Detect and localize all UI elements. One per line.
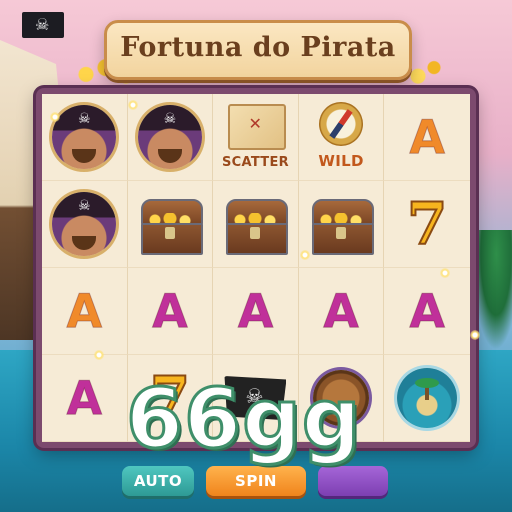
spin-button[interactable]: SPIN [206, 466, 306, 496]
pirate-icon: ☠ [52, 105, 117, 169]
seven-symbol: 7 [406, 189, 448, 259]
reel-cell: A [42, 355, 128, 442]
reel-cell [298, 181, 385, 268]
letter-a-symbol: A [66, 284, 103, 339]
letter-a-symbol: A [323, 284, 360, 339]
reel-cell: ☠ [127, 94, 214, 181]
watermark-text: 66gg [125, 371, 363, 469]
reel-cell: A [384, 268, 470, 355]
pirate-icon: ☠ [137, 105, 202, 169]
sparkle [440, 268, 450, 278]
sparkle [50, 112, 60, 122]
letter-a-symbol: A [237, 284, 274, 339]
island-icon [397, 368, 458, 428]
letter-a-symbol: A [409, 284, 446, 339]
pirate-icon: ☠ [52, 192, 117, 256]
reel-cell: A [298, 268, 385, 355]
reel-cell: A [213, 268, 299, 355]
treasure-chest-icon [222, 195, 289, 255]
letter-a-symbol: A [409, 110, 446, 165]
scatter-label: SCATTER [221, 155, 289, 170]
letter-a-symbol: A [66, 371, 103, 426]
reel-cell: WILD [298, 94, 385, 181]
letter-a-symbol: A [152, 284, 189, 339]
treasure-chest-icon [137, 195, 203, 255]
reel-cell: ☠ [42, 94, 128, 181]
wild-label: WILD [318, 152, 364, 170]
scatter-map-icon: ✕ SCATTER [220, 102, 290, 172]
reel-cell: 7 [384, 181, 470, 268]
wild-compass-icon: WILD [306, 102, 376, 172]
sparkle [128, 100, 138, 110]
reel-cell: ☠ [42, 181, 128, 268]
reel-cell: A [42, 268, 128, 355]
reel-cell: ✕ SCATTER [213, 94, 299, 181]
reel-cell [213, 181, 299, 268]
reel-cell [384, 355, 470, 442]
auto-button[interactable]: AUTO [122, 466, 194, 496]
sparkle [470, 330, 480, 340]
reel-cell: A [127, 268, 214, 355]
treasure-chest-icon [308, 195, 375, 255]
reel-cell [127, 181, 214, 268]
reel-cell: A [384, 94, 470, 181]
pirate-flag-icon: ☠ [22, 12, 64, 38]
sparkle [300, 250, 310, 260]
game-title: Fortuna do Pirata [120, 32, 396, 63]
bet-button[interactable] [318, 466, 388, 496]
title-banner: Fortuna do Pirata [104, 20, 412, 80]
sparkle [94, 350, 104, 360]
